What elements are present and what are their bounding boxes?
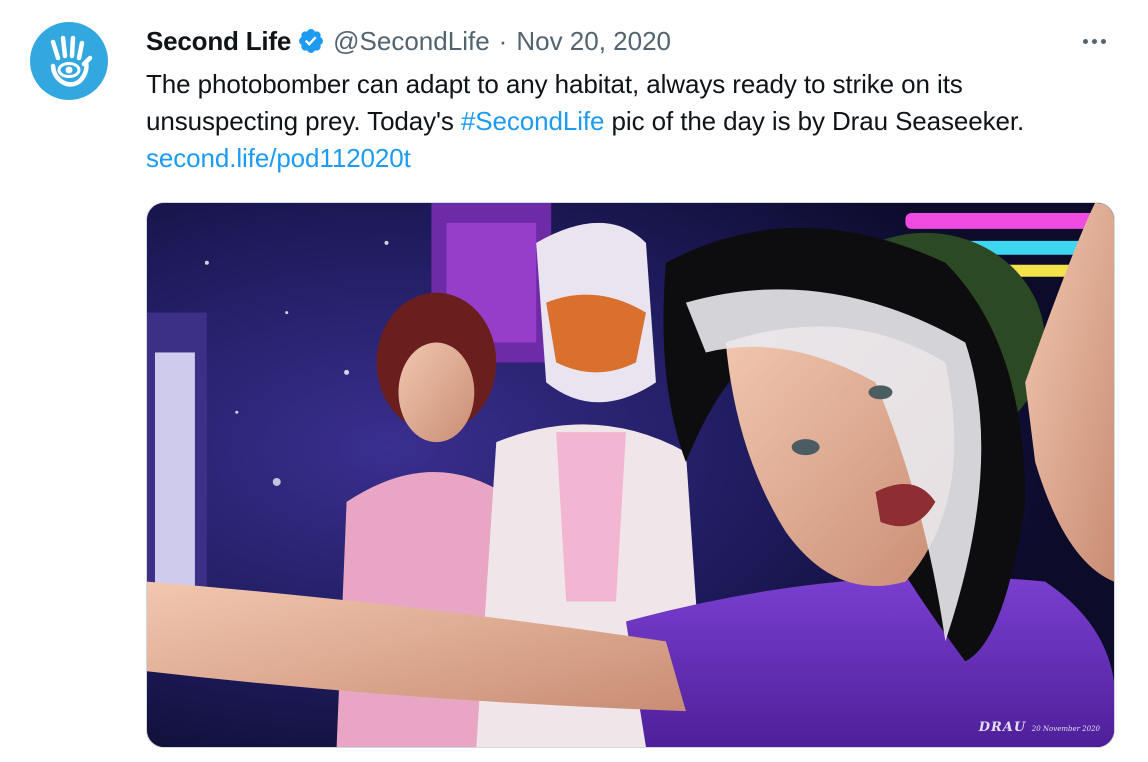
tweet-header: Second Life @SecondLife · Nov 20, 2020 bbox=[146, 24, 671, 58]
url-link[interactable]: second.life/pod112020t bbox=[146, 143, 411, 173]
hand-eye-logo-icon bbox=[50, 35, 93, 87]
tweet-photo[interactable]: DRAU 20 November 2020 bbox=[146, 202, 1115, 748]
author-avatar[interactable] bbox=[30, 22, 108, 100]
more-options-icon[interactable] bbox=[1074, 24, 1114, 58]
photo-watermark: DRAU 20 November 2020 bbox=[979, 720, 1100, 735]
author-display-name[interactable]: Second Life bbox=[146, 26, 291, 57]
hashtag-link[interactable]: #SecondLife bbox=[461, 106, 605, 136]
tweet-card[interactable]: Second Life @SecondLife · Nov 20, 2020 T… bbox=[0, 0, 1148, 762]
author-handle[interactable]: @SecondLife bbox=[333, 26, 490, 57]
more-dot bbox=[1082, 38, 1088, 44]
watermark-name: DRAU bbox=[978, 720, 1027, 735]
tweet-date[interactable]: Nov 20, 2020 bbox=[516, 26, 671, 57]
more-dot bbox=[1100, 38, 1106, 44]
verified-badge-icon bbox=[297, 27, 325, 55]
header-separator: · bbox=[498, 25, 508, 56]
watermark-date: 20 November 2020 bbox=[1031, 725, 1100, 733]
tweet-text: The photobomber can adapt to any habitat… bbox=[146, 66, 1106, 177]
photo-image bbox=[147, 203, 1114, 747]
tweet-text-part2: pic of the day is by Drau Seaseeker. bbox=[604, 106, 1025, 136]
more-dot bbox=[1091, 38, 1097, 44]
